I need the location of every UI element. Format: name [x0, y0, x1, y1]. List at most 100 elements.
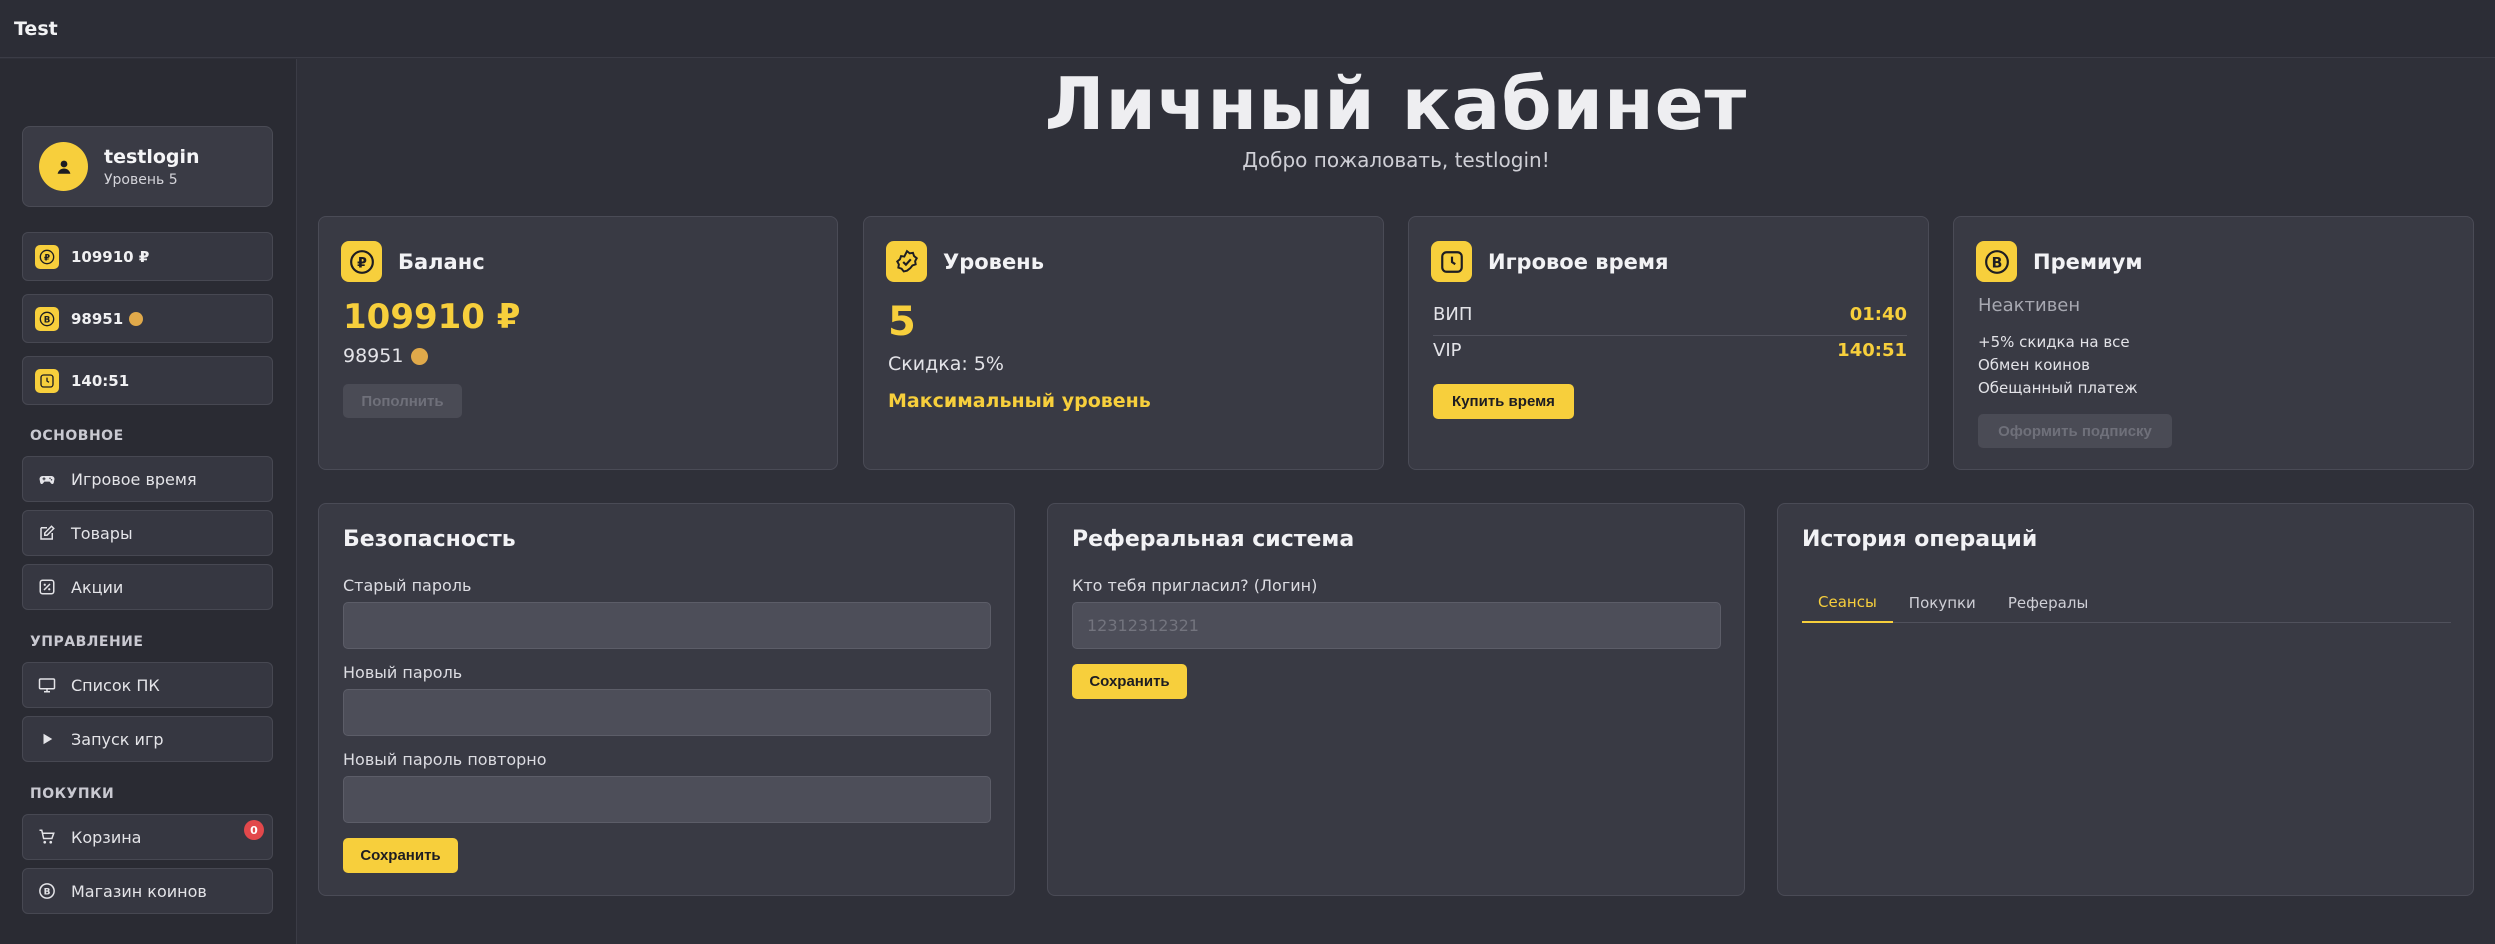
- old-password-label: Старый пароль: [343, 576, 472, 595]
- clock-icon: [35, 368, 59, 393]
- svg-text:B: B: [1991, 255, 2002, 271]
- sidebar-item-cart[interactable]: Корзина 0: [22, 814, 273, 860]
- sidebar-item-label: Магазин коинов: [71, 881, 207, 901]
- coin-dot-icon: [129, 311, 144, 326]
- card-title: Безопасность: [343, 527, 516, 552]
- history-card: История операций Сеансы Покупки Рефералы: [1777, 503, 2474, 896]
- play-icon: [37, 729, 57, 749]
- level-card: Уровень 5 Скидка: 5% Максимальный уровен…: [863, 216, 1384, 470]
- time-row-value: 01:40: [1849, 304, 1907, 325]
- subscribe-button[interactable]: Оформить подписку: [1978, 414, 2172, 448]
- referral-card: Реферальная система Кто тебя пригласил? …: [1047, 503, 1745, 896]
- gamepad-icon: [37, 469, 57, 489]
- level-status: Максимальный уровень: [888, 390, 1151, 412]
- top-up-button[interactable]: Пополнить: [343, 384, 462, 418]
- card-title: Премиум: [2033, 249, 2143, 274]
- sidebar-section-purchases: ПОКУПКИ: [30, 786, 115, 802]
- coin-shop-icon: B: [37, 881, 57, 901]
- user-profile-card[interactable]: testlogin Уровень 5: [22, 126, 273, 207]
- balance-amount: 109910 ₽: [343, 297, 521, 337]
- premium-card: B Премиум Неактивен +5% скидка на все Об…: [1953, 216, 2474, 470]
- premium-perks: +5% скидка на все Обмен коинов Обещанный…: [1978, 331, 2138, 400]
- sidebar-item-promotions[interactable]: Акции: [22, 564, 273, 610]
- card-title: Реферальная система: [1072, 527, 1355, 552]
- security-card: Безопасность Старый пароль Новый пароль …: [318, 503, 1015, 896]
- sidebar-item-label: Акции: [71, 577, 124, 597]
- card-header: B Премиум: [1976, 241, 2143, 282]
- sidebar-stat-value: 98951: [71, 309, 124, 328]
- coins-value: 98951: [343, 345, 404, 367]
- new-password-input[interactable]: [343, 689, 991, 736]
- card-title: Баланс: [398, 249, 485, 274]
- sidebar-item-game-launch[interactable]: Запуск игр: [22, 716, 273, 762]
- percent-icon: [37, 577, 57, 597]
- avatar: [39, 142, 88, 191]
- sidebar-stat-balance[interactable]: ₽ 109910 ₽: [22, 232, 273, 281]
- svg-text:₽: ₽: [44, 253, 50, 263]
- tab-referrals[interactable]: Рефералы: [1992, 583, 2104, 623]
- sidebar-item-label: Запуск игр: [71, 729, 164, 749]
- premium-perk: +5% скидка на все: [1978, 333, 2130, 351]
- page-subtitle: Добро пожаловать, testlogin!: [1242, 148, 1550, 172]
- tab-purchases[interactable]: Покупки: [1893, 583, 1992, 623]
- bitcoin-icon: B: [1976, 241, 2017, 282]
- sidebar-stat-value: 109910 ₽: [71, 247, 150, 266]
- sidebar-item-gametime[interactable]: Игровое время: [22, 456, 273, 502]
- sidebar-item-label: Товары: [71, 523, 133, 543]
- sidebar-item-label: Список ПК: [71, 675, 160, 695]
- new-password-label: Новый пароль: [343, 663, 463, 682]
- level-discount: Скидка: 5%: [888, 353, 1004, 375]
- sidebar-stat-time[interactable]: 140:51: [22, 356, 273, 405]
- top-bar: Test: [0, 0, 2495, 58]
- svg-text:B: B: [44, 887, 51, 897]
- gametime-card: Игровое время ВИП 01:40 VIP 140:51 Купит…: [1408, 216, 1929, 470]
- time-row: VIP 140:51: [1433, 340, 1907, 361]
- coin-icon: B: [35, 306, 59, 331]
- balance-card: ₽ Баланс 109910 ₽ 98951 Пополнить: [318, 216, 838, 470]
- balance-coins: 98951: [343, 345, 429, 367]
- level-value: 5: [888, 299, 916, 345]
- cart-count-badge: 0: [244, 820, 264, 840]
- referrer-label: Кто тебя пригласил? (Логин): [1072, 576, 1318, 595]
- time-row-label: ВИП: [1433, 304, 1473, 325]
- ruble-icon: ₽: [341, 241, 382, 282]
- sidebar-section-manage: УПРАВЛЕНИЕ: [30, 634, 144, 650]
- edit-icon: [37, 523, 57, 543]
- card-header: Игровое время: [1431, 241, 1669, 282]
- sidebar-item-label: Корзина: [71, 827, 142, 847]
- premium-perk: Обещанный платеж: [1978, 379, 2138, 397]
- time-row: ВИП 01:40: [1433, 304, 1907, 336]
- sidebar-item-coin-shop[interactable]: B Магазин коинов: [22, 868, 273, 914]
- ruble-icon: ₽: [35, 244, 59, 269]
- old-password-input[interactable]: [343, 602, 991, 649]
- tab-sessions[interactable]: Сеансы: [1802, 583, 1893, 623]
- user-level: Уровень 5: [104, 171, 178, 188]
- card-title: Игровое время: [1488, 249, 1669, 274]
- referrer-login-input[interactable]: [1072, 602, 1721, 649]
- time-row-label: VIP: [1433, 340, 1462, 361]
- sidebar-item-goods[interactable]: Товары: [22, 510, 273, 556]
- sidebar-stat-coins[interactable]: B 98951: [22, 294, 273, 343]
- clock-icon: [1431, 241, 1472, 282]
- premium-perk: Обмен коинов: [1978, 356, 2090, 374]
- sidebar: testlogin Уровень 5 ₽ 109910 ₽ B 98951 1…: [0, 59, 297, 944]
- svg-text:₽: ₽: [357, 255, 367, 271]
- buy-time-button[interactable]: Купить время: [1433, 384, 1574, 419]
- sidebar-item-label: Игровое время: [71, 469, 197, 489]
- sidebar-section-main: ОСНОВНОЕ: [30, 428, 124, 444]
- page-title: Личный кабинет: [1044, 62, 1748, 146]
- premium-status: Неактивен: [1978, 295, 2081, 316]
- repeat-password-input[interactable]: [343, 776, 991, 823]
- time-row-value: 140:51: [1837, 340, 1907, 361]
- card-title: Уровень: [943, 249, 1044, 274]
- card-title: История операций: [1802, 527, 2038, 552]
- save-referral-button[interactable]: Сохранить: [1072, 664, 1187, 699]
- repeat-password-label: Новый пароль повторно: [343, 750, 547, 769]
- app-brand[interactable]: Test: [14, 18, 58, 40]
- svg-text:B: B: [44, 315, 51, 325]
- save-password-button[interactable]: Сохранить: [343, 838, 458, 873]
- cart-icon: [37, 827, 57, 847]
- history-tabs: Сеансы Покупки Рефералы: [1802, 583, 2451, 623]
- sidebar-item-pc-list[interactable]: Список ПК: [22, 662, 273, 708]
- sidebar-stat-value: 140:51: [71, 371, 130, 390]
